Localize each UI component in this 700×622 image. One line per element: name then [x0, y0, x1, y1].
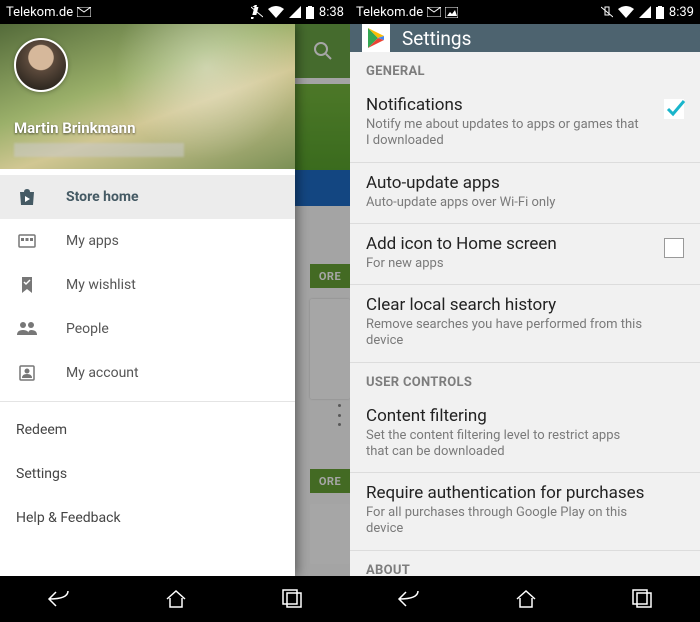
- back-icon[interactable]: [396, 588, 422, 610]
- wifi-icon: [268, 6, 284, 18]
- divider: [0, 401, 295, 402]
- setting-subtitle: Auto-update apps over Wi-Fi only: [366, 195, 684, 211]
- play-store-bg: ORE ORE Martin Brinkmann Store home My a…: [0, 24, 350, 576]
- carrier-label: Telekom.de: [356, 5, 423, 20]
- checkbox-unchecked-icon[interactable]: [664, 238, 684, 258]
- setting-title: Add icon to Home screen: [366, 234, 684, 254]
- account-icon: [16, 362, 38, 384]
- setting-clear-history[interactable]: Clear local search history Remove search…: [350, 285, 700, 363]
- drawer-nav-list: Store home My apps My wishlist People My…: [0, 169, 295, 540]
- section-header-user-controls: USER CONTROLS: [350, 363, 700, 396]
- bag-play-icon: [16, 186, 38, 208]
- recents-icon[interactable]: [280, 588, 304, 610]
- status-bar: Telekom.de 8:39: [350, 0, 700, 24]
- setting-title: Auto-update apps: [366, 173, 684, 193]
- setting-notifications[interactable]: Notifications Notify me about updates to…: [350, 85, 700, 163]
- user-name: Martin Brinkmann: [14, 119, 136, 137]
- vibrate-icon: [601, 5, 613, 19]
- clock-label: 8:38: [319, 5, 344, 20]
- home-icon[interactable]: [514, 588, 538, 610]
- signal-icon: [639, 6, 651, 18]
- section-header-general: GENERAL: [350, 52, 700, 85]
- image-icon: [445, 7, 458, 18]
- nav-label: People: [66, 321, 109, 337]
- drawer-header[interactable]: Martin Brinkmann: [0, 24, 295, 169]
- setting-title: Clear local search history: [366, 295, 684, 315]
- play-store-icon: [362, 24, 390, 52]
- nav-redeem[interactable]: Redeem: [0, 408, 295, 452]
- setting-auto-update[interactable]: Auto-update apps Auto-update apps over W…: [350, 163, 700, 224]
- user-email-redacted: [14, 143, 184, 157]
- setting-title: Notifications: [366, 95, 684, 115]
- nav-label: Store home: [66, 189, 139, 205]
- bookmark-check-icon: [16, 274, 38, 296]
- recents-icon[interactable]: [630, 588, 654, 610]
- mail-icon: [427, 7, 441, 17]
- nav-people[interactable]: People: [0, 307, 295, 351]
- setting-subtitle: Set the content filtering level to restr…: [366, 428, 684, 461]
- carrier-label: Telekom.de: [6, 5, 73, 20]
- app-bar: Settings: [350, 24, 700, 52]
- setting-require-auth[interactable]: Require authentication for purchases For…: [350, 473, 700, 551]
- checkbox-checked-icon[interactable]: [664, 99, 684, 119]
- setting-subtitle: Notify me about updates to apps or games…: [366, 117, 684, 150]
- home-icon[interactable]: [164, 588, 188, 610]
- avatar[interactable]: [14, 38, 68, 92]
- nav-label: My account: [66, 365, 139, 381]
- nav-help[interactable]: Help & Feedback: [0, 496, 295, 540]
- phone-right: Telekom.de 8:39 Settings GENERAL Notific…: [350, 0, 700, 622]
- phone-left: Telekom.de 8:38 ORE ORE Mar: [0, 0, 350, 622]
- setting-title: Content filtering: [366, 406, 684, 426]
- signal-icon: [289, 6, 301, 18]
- setting-subtitle: For all purchases through Google Play on…: [366, 505, 684, 538]
- system-nav: [350, 576, 700, 622]
- grid-icon: [16, 230, 38, 252]
- settings-screen: Settings GENERAL Notifications Notify me…: [350, 24, 700, 576]
- nav-wishlist[interactable]: My wishlist: [0, 263, 295, 307]
- nav-account[interactable]: My account: [0, 351, 295, 395]
- vibrate-icon: [251, 5, 263, 19]
- nav-my-apps[interactable]: My apps: [0, 219, 295, 263]
- mail-icon: [77, 7, 91, 17]
- wifi-icon: [618, 6, 634, 18]
- nav-label: My wishlist: [66, 277, 136, 293]
- nav-label: My apps: [66, 233, 119, 249]
- setting-add-icon[interactable]: Add icon to Home screen For new apps: [350, 224, 700, 285]
- setting-title: Require authentication for purchases: [366, 483, 684, 503]
- battery-icon: [656, 6, 664, 19]
- nav-store-home[interactable]: Store home: [0, 175, 295, 219]
- setting-subtitle: For new apps: [366, 256, 684, 272]
- setting-subtitle: Remove searches you have performed from …: [366, 317, 684, 350]
- status-bar: Telekom.de 8:38: [0, 0, 350, 24]
- system-nav: [0, 576, 350, 622]
- people-icon: [16, 318, 38, 340]
- setting-content-filtering[interactable]: Content filtering Set the content filter…: [350, 396, 700, 474]
- clock-label: 8:39: [669, 5, 694, 20]
- battery-icon: [306, 6, 314, 19]
- nav-settings[interactable]: Settings: [0, 452, 295, 496]
- appbar-title: Settings: [402, 27, 471, 50]
- back-icon[interactable]: [46, 588, 72, 610]
- nav-drawer: Martin Brinkmann Store home My apps My w…: [0, 24, 295, 576]
